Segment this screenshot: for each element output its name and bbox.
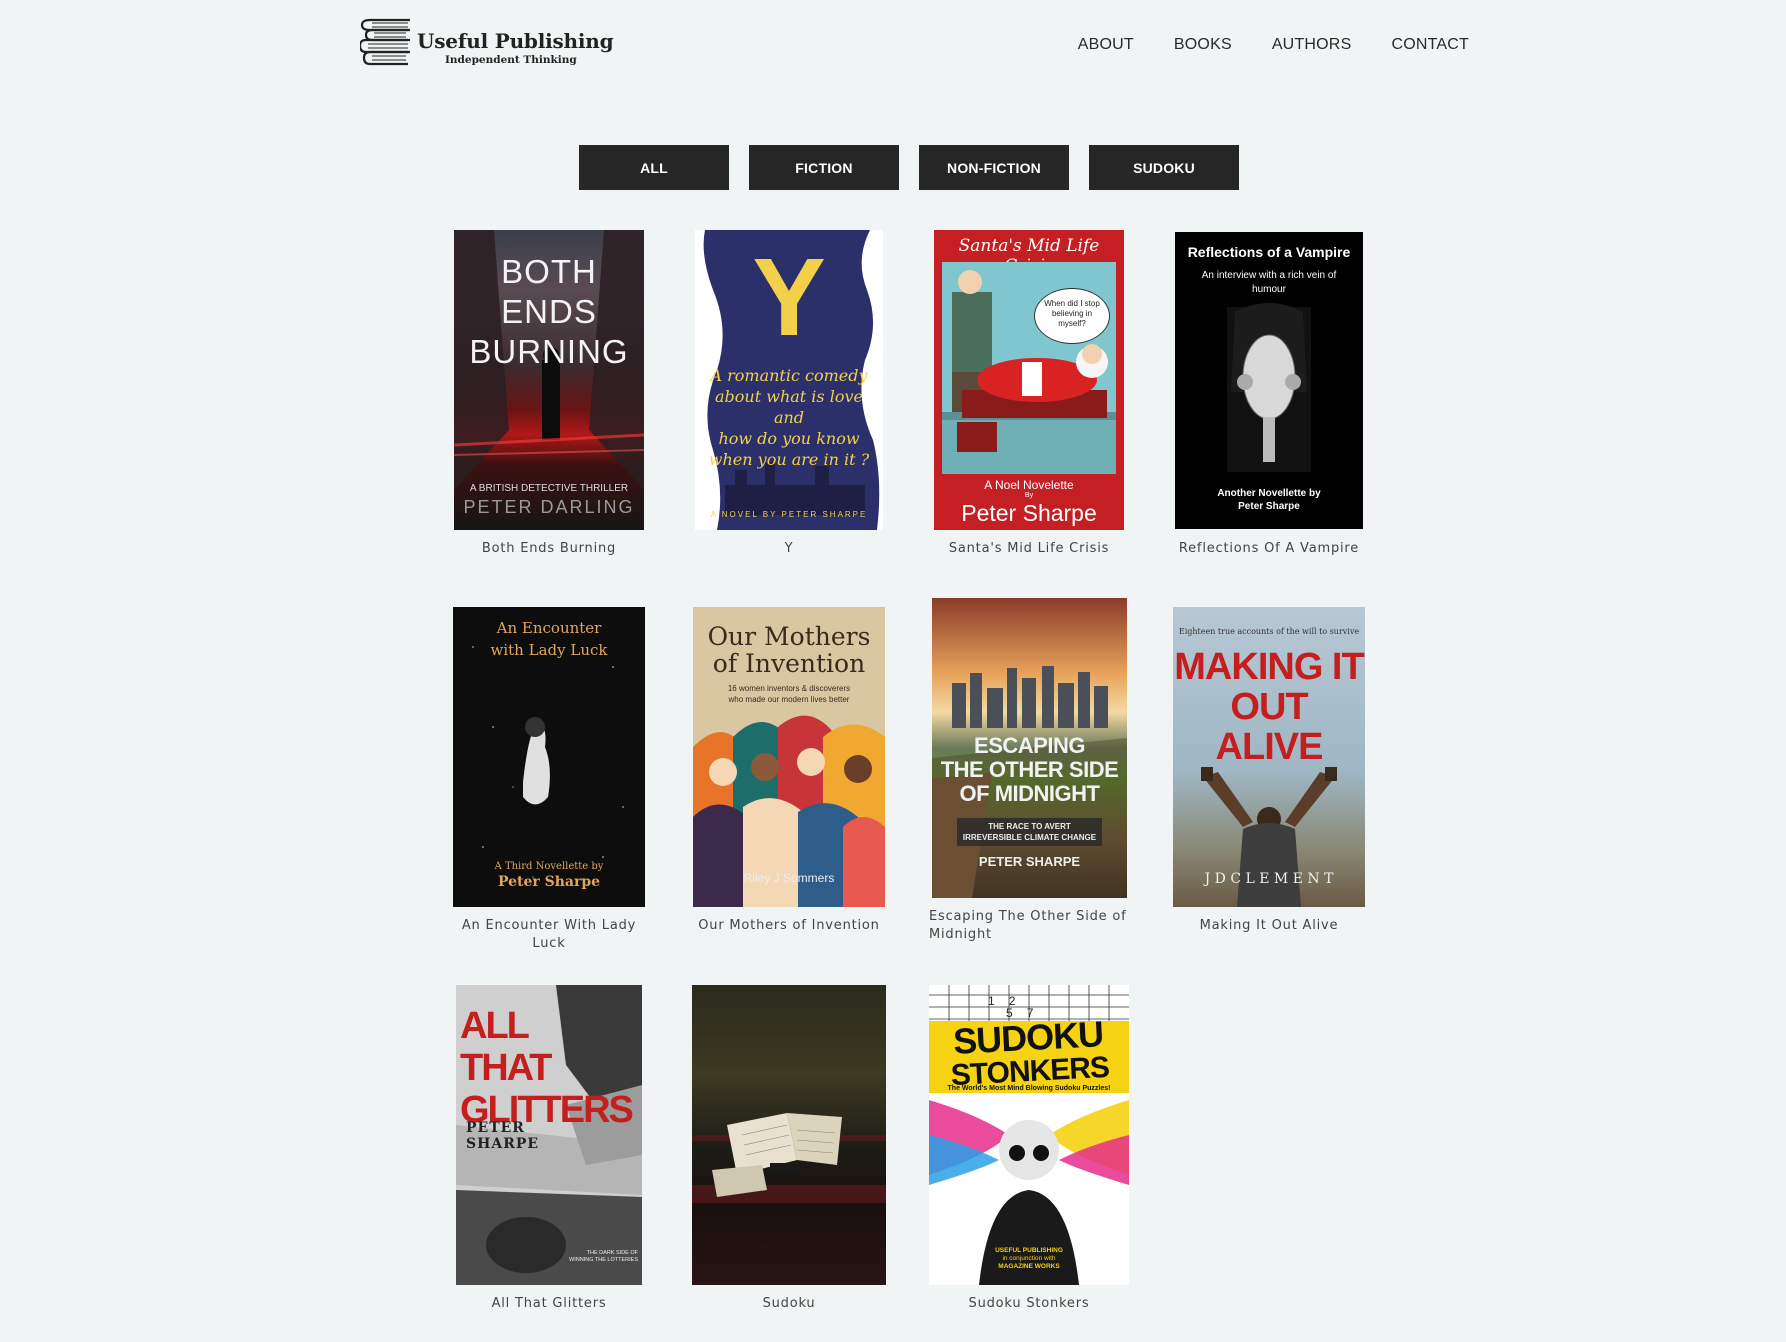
person-arms-raised-illustration — [1201, 767, 1337, 907]
cover-heading-line: An Encounter — [496, 619, 602, 637]
cover-heading-line: ALL THAT — [460, 1005, 553, 1089]
category-filters: ALL FICTION NON-FICTION SUDOKU — [579, 145, 1239, 190]
cover-blurb-line: A romantic comedy — [710, 366, 868, 385]
cover-big-letter: Y — [752, 236, 826, 359]
book-title[interactable]: Escaping The Other Side of Midnight — [929, 908, 1129, 944]
cover-author: Riley J Sommers — [743, 871, 835, 885]
filter-fiction-button[interactable]: FICTION — [749, 145, 899, 190]
nav-authors[interactable]: AUTHORS — [1272, 36, 1352, 54]
book-title[interactable]: Making It Out Alive — [1173, 917, 1365, 935]
book-title[interactable]: All That Glitters — [456, 1295, 642, 1313]
filter-sudoku-button[interactable]: SUDOKU — [1089, 145, 1239, 190]
book-cover-sudoku-stonkers[interactable]: 1 2 5 7 SUDOKU STONKERS The World's Most… — [929, 985, 1129, 1285]
cover-shirt-line: USEFUL PUBLISHING — [995, 1247, 1063, 1254]
nav-contact[interactable]: CONTACT — [1391, 36, 1469, 54]
sudoku-book-on-windowsill-illustration — [692, 1113, 886, 1203]
book-cover-santas-mid-life-crisis[interactable]: Santa's Mid Life Crisis When did I stop … — [934, 230, 1124, 530]
book-title[interactable]: Both Ends Burning — [454, 540, 644, 558]
book-cover-all-that-glitters[interactable]: ALL THAT GLITTERS PETER SHARPE THE DARK … — [456, 985, 642, 1285]
vampire-mirror-illustration — [1227, 303, 1311, 472]
book-title[interactable]: Our Mothers of Invention — [684, 917, 894, 935]
main-nav: ABOUT BOOKS AUTHORS CONTACT — [1078, 36, 1469, 54]
cover-author: Peter Sharpe — [961, 500, 1097, 526]
book-title[interactable]: Sudoku — [692, 1295, 886, 1313]
book-cover-sudoku[interactable] — [692, 985, 886, 1285]
cover-author: PETER DARLING — [463, 497, 635, 517]
cover-blurb-line: how do you know — [718, 429, 860, 448]
cover-shirt-line: in conjunction with — [1002, 1255, 1056, 1262]
cover-heading-line: OF MIDNIGHT — [959, 781, 1100, 806]
filter-all-button[interactable]: ALL — [579, 145, 729, 190]
site-logo[interactable]: Useful Publishing Independent Thinking — [360, 17, 614, 71]
speech-bubble: When did I stop believing in myself? — [1034, 288, 1110, 344]
book-cover-encounter-with-lady-luck[interactable]: An Encounter with Lady Luck A Third Nove… — [453, 607, 645, 907]
cover-author-line: SHARPE — [466, 1136, 540, 1152]
book-title[interactable]: Y — [695, 540, 883, 558]
cover-small-line: WINNING THE LOTTERIES — [569, 1257, 638, 1263]
cover-line: A Noel Novelette — [984, 478, 1074, 492]
book-cover-our-mothers-of-invention[interactable]: Our Mothers of Invention 16 women invent… — [693, 607, 885, 907]
book-title[interactable]: Sudoku Stonkers — [929, 1295, 1129, 1313]
book-cover-making-it-out-alive[interactable]: Eighteen true accounts of the will to su… — [1173, 607, 1365, 907]
book-title[interactable]: Reflections Of A Vampire — [1175, 540, 1363, 558]
cover-blurb-line: about what is love — [715, 387, 863, 406]
brand-name: Useful Publishing — [417, 29, 614, 53]
cover-shirt-line: MAGAZINE WORKS — [998, 1263, 1060, 1270]
nav-books[interactable]: BOOKS — [1174, 36, 1232, 54]
nav-about[interactable]: ABOUT — [1078, 36, 1134, 54]
book-title-line: Midnight — [929, 927, 992, 942]
cover-title-line: BURNING — [469, 333, 629, 370]
cover-heading-line: THE OTHER SIDE — [940, 757, 1119, 782]
cover-banner-line: THE RACE TO AVERT — [988, 822, 1071, 831]
cover-heading-line: ESCAPING — [974, 733, 1085, 758]
book-title[interactable]: An Encounter With Lady Luck — [443, 917, 655, 953]
cover-footer: Another Novellette by — [1217, 488, 1321, 499]
book-cover-reflections-of-a-vampire[interactable]: Reflections of a Vampire An interview wi… — [1175, 232, 1363, 529]
cover-banner-line: IRREVERSIBLE CLIMATE CHANGE — [962, 833, 1097, 842]
cover-line: By — [1024, 492, 1034, 499]
cover-author: J D C L E M E N T — [1204, 871, 1334, 887]
cover-footer: A Third Novellette by — [494, 861, 604, 872]
cover-title-line: ENDS — [501, 293, 597, 330]
book-cover-escaping-other-side-of-midnight[interactable]: ESCAPING THE OTHER SIDE OF MIDNIGHT THE … — [932, 598, 1127, 898]
cover-blurb-line: when you are in it ? — [708, 450, 870, 469]
cover-small-line: THE DARK SIDE OF — [586, 1250, 638, 1256]
book-title[interactable]: Santa's Mid Life Crisis — [934, 540, 1124, 558]
cover-heading-line: with Lady Luck — [490, 641, 608, 659]
cover-footer: A NOVEL BY PETER SHARPE — [710, 510, 868, 519]
book-cover-y[interactable]: Y A romantic comedy about what is love a… — [695, 230, 883, 530]
cover-tag: The World's Most Mind Blowing Sudoku Puz… — [947, 1085, 1111, 1092]
cover-footer: Peter Sharpe — [1238, 501, 1300, 512]
cover-title-line: BOTH — [501, 253, 597, 290]
brand-tagline: Independent Thinking — [445, 54, 577, 66]
cover-blurb-line: and — [773, 408, 805, 427]
book-title-line: Escaping The Other Side of — [929, 909, 1127, 924]
filter-nonfiction-button[interactable]: NON-FICTION — [919, 145, 1069, 190]
books-stack-icon — [360, 18, 410, 66]
cover-subtitle: A BRITISH DETECTIVE THRILLER — [469, 483, 629, 494]
cover-author-line: PETER — [466, 1120, 525, 1136]
book-cover-both-ends-burning[interactable]: BOTH ENDS BURNING A BRITISH DETECTIVE TH… — [454, 230, 644, 530]
cover-author: PETER SHARPE — [978, 854, 1081, 869]
cover-author: Peter Sharpe — [497, 874, 601, 890]
women-faces-illustration — [693, 715, 885, 907]
